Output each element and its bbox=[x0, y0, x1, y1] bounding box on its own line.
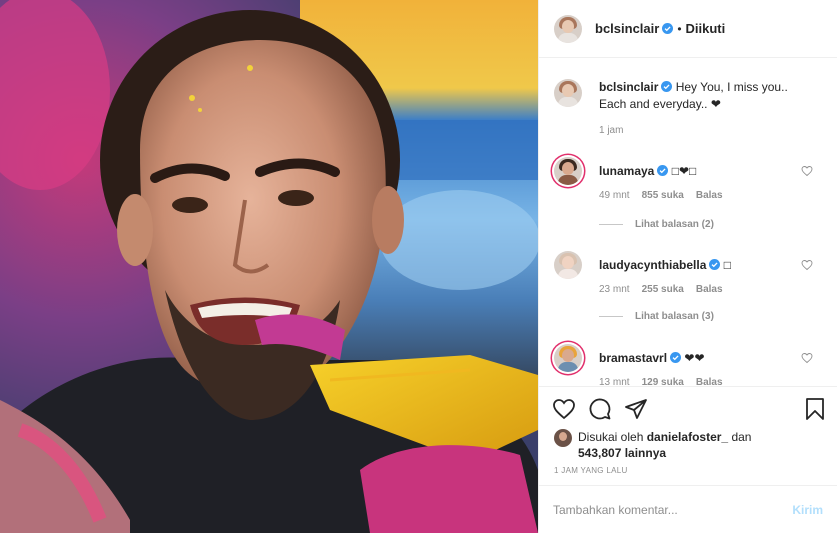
comment-time[interactable]: 49 mnt bbox=[599, 190, 630, 201]
verified-badge-icon bbox=[662, 23, 674, 34]
action-icons bbox=[552, 397, 827, 423]
comment-item: lunamaya □❤□ 49 mnt 855 suka Balas bbox=[554, 157, 827, 201]
caption-text-block: bclsinclair Hey You, I miss you.. Each a… bbox=[599, 79, 799, 113]
comment-text: □ bbox=[723, 258, 731, 272]
comment-time[interactable]: 13 mnt bbox=[599, 377, 630, 385]
author-username[interactable]: bclsinclair bbox=[595, 21, 659, 36]
commenter-username[interactable]: bramastavrl bbox=[599, 351, 667, 365]
commenter-avatar[interactable] bbox=[554, 344, 582, 372]
add-comment-input[interactable] bbox=[553, 503, 793, 517]
author-avatar[interactable] bbox=[554, 14, 582, 43]
post-timestamp[interactable]: 1 JAM YANG LALU bbox=[554, 466, 628, 475]
commenter-avatar[interactable] bbox=[554, 157, 582, 185]
commenter-avatar[interactable] bbox=[554, 251, 582, 279]
verified-badge-icon bbox=[661, 81, 673, 92]
comment-time[interactable]: 23 mnt bbox=[599, 284, 630, 295]
view-replies-label: Lihat balasan (3) bbox=[635, 311, 714, 322]
comment-icon[interactable] bbox=[588, 397, 612, 421]
post-actions: Disukai oleh danielafoster_ dan 543,807 … bbox=[539, 386, 837, 486]
liked-by-and: dan bbox=[731, 430, 752, 444]
comment-likes[interactable]: 855 suka bbox=[642, 190, 684, 201]
share-icon[interactable] bbox=[624, 397, 648, 421]
likes-text: Disukai oleh danielafoster_ dan 543,807 … bbox=[578, 429, 751, 461]
comments-list[interactable]: bclsinclair Hey You, I miss you.. Each a… bbox=[539, 59, 837, 385]
comment-like-heart-icon[interactable] bbox=[801, 165, 813, 177]
likes-count[interactable]: 543,807 lainnya bbox=[578, 446, 666, 460]
comment-like-heart-icon[interactable] bbox=[801, 352, 813, 364]
liker-avatar[interactable] bbox=[554, 429, 572, 447]
instagram-post: bclsinclair • Diikuti bclsinclair Hey Yo… bbox=[0, 0, 837, 533]
caption-avatar[interactable] bbox=[554, 79, 582, 107]
view-replies-button[interactable]: Lihat balasan (3) bbox=[599, 311, 714, 322]
liked-by-user[interactable]: danielafoster_ bbox=[647, 430, 728, 444]
header-author: bclsinclair • Diikuti bbox=[595, 21, 725, 36]
comment-likes[interactable]: 129 suka bbox=[642, 377, 684, 385]
view-replies-label: Lihat balasan (2) bbox=[635, 219, 714, 230]
liked-by-prefix: Disukai oleh bbox=[578, 430, 644, 444]
heart-icon[interactable] bbox=[552, 397, 576, 421]
comment-like-heart-icon[interactable] bbox=[801, 259, 813, 271]
header-separator: • bbox=[677, 21, 682, 36]
comment-reply-button[interactable]: Balas bbox=[696, 284, 723, 295]
comment-item: laudyacynthiabella □ 23 mnt 255 suka Bal… bbox=[554, 251, 827, 295]
comment-meta: 23 mnt 255 suka Balas bbox=[599, 284, 827, 295]
comment-item: bramastavrl ❤❤ 13 mnt 129 suka Balas bbox=[554, 344, 827, 385]
comment-text-block: lunamaya □❤□ bbox=[599, 157, 799, 180]
likes-summary: Disukai oleh danielafoster_ dan 543,807 … bbox=[554, 429, 784, 461]
commenter-username[interactable]: laudyacynthiabella bbox=[599, 258, 706, 272]
comment-text-block: bramastavrl ❤❤ bbox=[599, 344, 799, 367]
bookmark-icon[interactable] bbox=[803, 397, 827, 421]
verified-badge-icon bbox=[657, 165, 669, 176]
comment-meta: 13 mnt 129 suka Balas bbox=[599, 377, 827, 385]
verified-badge-icon bbox=[670, 352, 682, 363]
comment-reply-button[interactable]: Balas bbox=[696, 377, 723, 385]
post-side-panel: bclsinclair • Diikuti bclsinclair Hey Yo… bbox=[538, 0, 837, 533]
caption-meta: 1 jam bbox=[599, 125, 827, 136]
replies-divider bbox=[599, 224, 623, 225]
caption-time[interactable]: 1 jam bbox=[599, 125, 623, 136]
caption: bclsinclair Hey You, I miss you.. Each a… bbox=[554, 79, 827, 136]
comment-text: ❤❤ bbox=[684, 351, 705, 365]
replies-divider bbox=[599, 316, 623, 317]
post-photo[interactable] bbox=[0, 0, 538, 533]
verified-badge-icon bbox=[709, 259, 721, 270]
comment-meta: 49 mnt 855 suka Balas bbox=[599, 190, 827, 201]
caption-username[interactable]: bclsinclair bbox=[599, 80, 658, 94]
view-replies-button[interactable]: Lihat balasan (2) bbox=[599, 219, 714, 230]
comment-text-block: laudyacynthiabella □ bbox=[599, 251, 799, 274]
comment-text: □❤□ bbox=[671, 164, 697, 178]
post-header: bclsinclair • Diikuti bbox=[539, 0, 837, 58]
comment-reply-button[interactable]: Balas bbox=[696, 190, 723, 201]
post-photo-image bbox=[0, 0, 538, 533]
commenter-username[interactable]: lunamaya bbox=[599, 164, 654, 178]
add-comment-bar: Kirim bbox=[539, 487, 837, 533]
comment-likes[interactable]: 255 suka bbox=[642, 284, 684, 295]
follow-status-button[interactable]: Diikuti bbox=[686, 21, 726, 36]
send-comment-button[interactable]: Kirim bbox=[792, 503, 823, 517]
